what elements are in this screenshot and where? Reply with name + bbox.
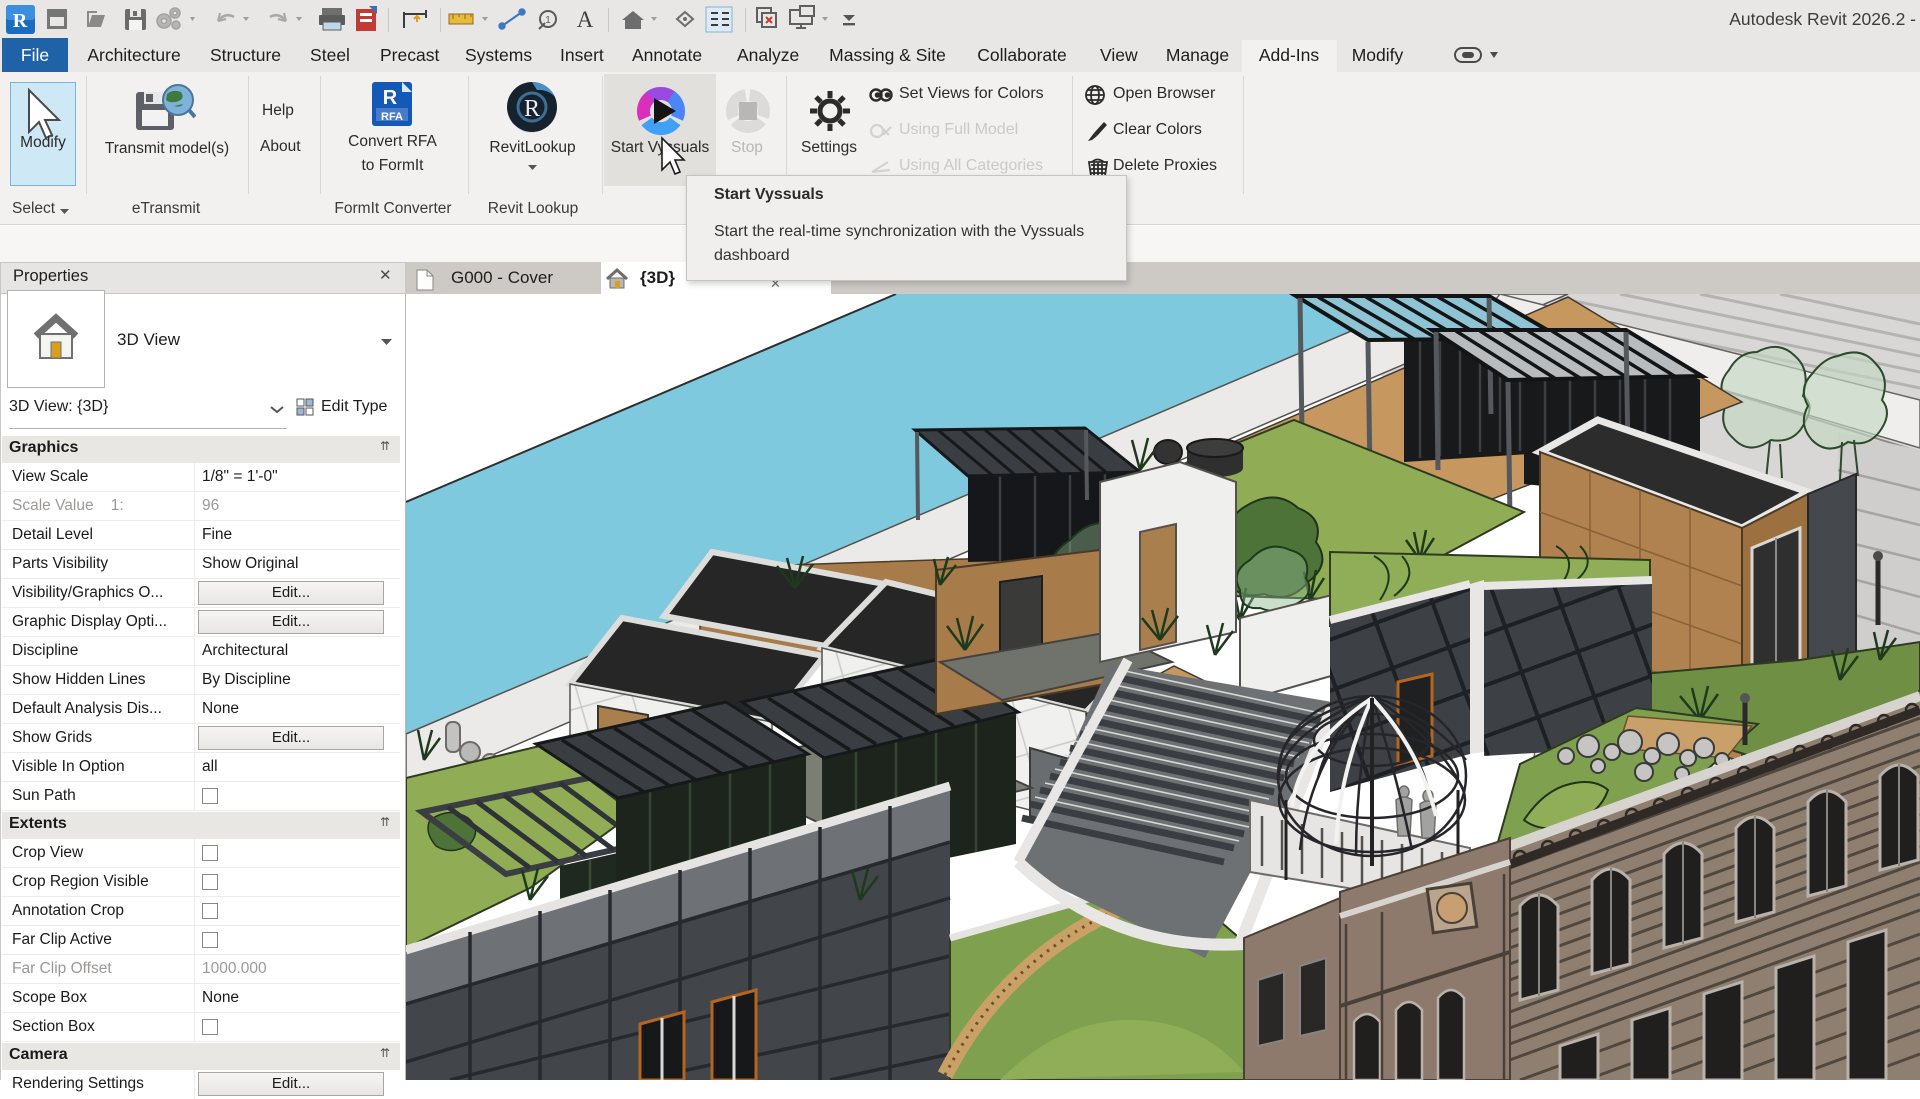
svg-text:A: A <box>577 7 594 32</box>
svg-text:RFA: RFA <box>381 111 403 123</box>
svg-text:R: R <box>383 87 398 109</box>
svg-text:Autodesk Revit 2026.2 -: Autodesk Revit 2026.2 - <box>1729 9 1916 29</box>
svg-text:1: 1 <box>545 15 551 26</box>
svg-text:R: R <box>13 10 28 32</box>
svg-text:R: R <box>524 96 540 122</box>
